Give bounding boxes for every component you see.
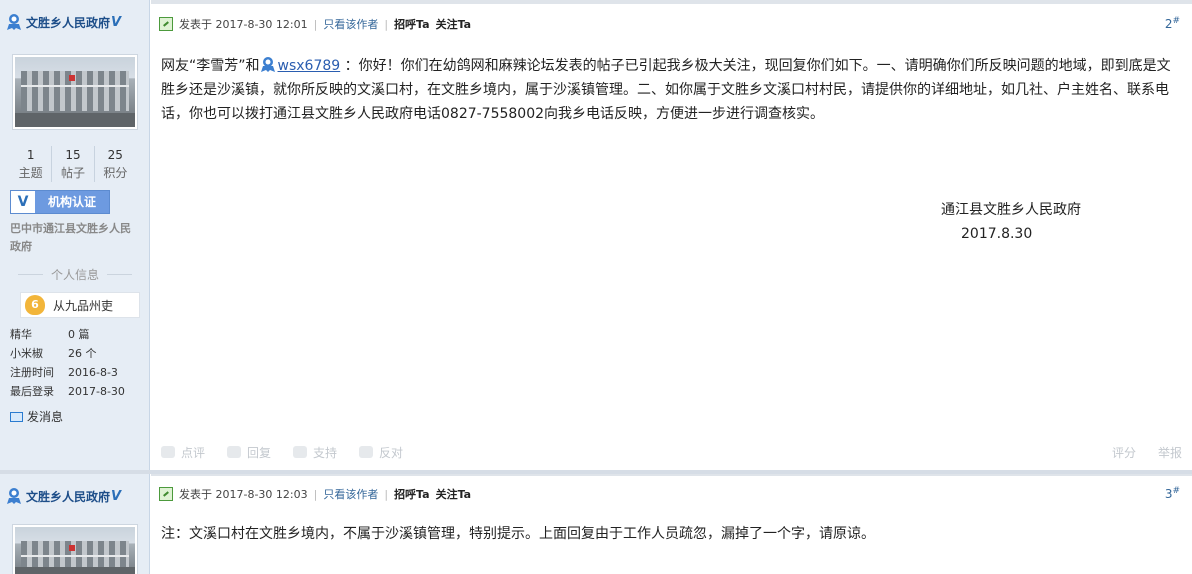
author-name-link[interactable]: 文胜乡人民政府 V [6, 486, 121, 506]
post-meta: 发表于 2017-8-30 12:01 | 只看该作者 | 招呼Ta 关注Ta [159, 14, 1192, 34]
floor-number[interactable]: 2# [1165, 16, 1180, 31]
only-author-link[interactable]: 只看该作者 [323, 486, 378, 502]
reply-button[interactable]: 回复 [227, 444, 271, 461]
verified-v-icon: V [111, 488, 122, 504]
verified-v-icon: V [111, 14, 122, 30]
only-author-link[interactable]: 只看该作者 [323, 16, 378, 32]
info-row-peppers: 小米椒 26 个 [10, 347, 97, 360]
verify-label: 机构认证 [47, 195, 96, 209]
mention-link[interactable]: wsx6789 [278, 58, 341, 74]
rank-title: 从九品州吏 [53, 298, 114, 313]
info-row-essence: 精华 0 篇 [10, 328, 90, 341]
info-section-title: 个人信息 [10, 266, 140, 283]
mail-icon [10, 411, 23, 422]
info-row-registered: 注册时间 2016-8-3 [10, 366, 118, 379]
oppose-button[interactable]: 反对 [359, 444, 403, 461]
post-meta: 发表于 2017-8-30 12:03 | 只看该作者 | 招呼Ta 关注Ta [159, 484, 1192, 504]
author-stats: 1 主题 15 帖子 25 积分 [10, 146, 136, 182]
greet-link[interactable]: 招呼Ta [394, 486, 430, 502]
post-content: 注：文溪口村在文胜乡境内，不属于沙溪镇管理，特别提示。上面回复由于工作人员疏忽，… [161, 526, 875, 542]
org-name: 巴中市通江县文胜乡人民政府 [10, 222, 131, 253]
user-icon [7, 488, 21, 504]
eye-icon [161, 446, 175, 458]
avatar[interactable] [12, 54, 138, 130]
thumbs-down-icon [359, 446, 374, 458]
author-name-link[interactable]: 文胜乡人民政府 V [6, 12, 121, 32]
stat-posts[interactable]: 15 帖子 [52, 146, 95, 182]
author-name: 文胜乡人民政府 [26, 489, 111, 504]
verify-badge[interactable]: V 机构认证 [10, 190, 110, 214]
author-name: 文胜乡人民政府 [26, 15, 111, 30]
rank-level-icon: 6 [25, 295, 45, 315]
post-main: 发表于 2017-8-30 12:01 | 只看该作者 | 招呼Ta 关注Ta … [151, 0, 1192, 470]
send-message-link[interactable]: 发消息 [10, 408, 63, 425]
info-row-last-login: 最后登录 2017-8-30 [10, 385, 125, 398]
avatar-image [15, 527, 135, 574]
post-floor-2: 文胜乡人民政府 V 1 主题 15 帖子 25 积分 V 机构认证 巴中市通江县… [0, 0, 1192, 470]
follow-link[interactable]: 关注Ta [436, 16, 472, 32]
reply-icon [227, 446, 242, 458]
avatar-image [15, 57, 135, 127]
verify-v-icon: V [11, 191, 35, 213]
rate-button[interactable]: 点评 [161, 444, 205, 461]
post-icon [159, 487, 173, 501]
post-main: 发表于 2017-8-30 12:03 | 只看该作者 | 招呼Ta 关注Ta … [151, 474, 1192, 574]
post-actions: 点评 回复 支持 反对 评分 举报 [161, 442, 1182, 462]
stat-points[interactable]: 25 积分 [95, 146, 136, 182]
greet-link[interactable]: 招呼Ta [394, 16, 430, 32]
author-sidebar: 文胜乡人民政府 V 1 主题 15 帖子 25 积分 V 机构认证 巴中市通江县… [0, 0, 150, 470]
signature-date: 2017.8.30 [961, 226, 1033, 242]
post-time: 发表于 2017-8-30 12:01 [179, 18, 308, 31]
user-icon [260, 57, 275, 72]
report-link[interactable]: 举报 [1158, 444, 1182, 461]
post-icon [159, 17, 173, 31]
support-button[interactable]: 支持 [293, 444, 337, 461]
follow-link[interactable]: 关注Ta [436, 486, 472, 502]
stat-topics[interactable]: 1 主题 [10, 146, 53, 182]
avatar[interactable] [12, 524, 138, 574]
thumbs-up-icon [293, 446, 308, 458]
rank-badge[interactable]: 6 从九品州吏 [20, 292, 140, 318]
author-sidebar: 文胜乡人民政府 V [0, 474, 150, 574]
score-link[interactable]: 评分 [1112, 444, 1136, 461]
post-time: 发表于 2017-8-30 12:03 [179, 488, 308, 501]
user-icon [7, 14, 21, 30]
post-content: 网友“李雪芳”和 wsx6789 ：你好！你们在幼鸽网和麻辣论坛发表的帖子已引起我… [161, 57, 1171, 122]
post-floor-3: 文胜乡人民政府 V 发表于 2017-8-30 12:03 | 只看该作者 | … [0, 474, 1192, 574]
signature-org: 通江县文胜乡人民政府 [941, 202, 1081, 218]
floor-number[interactable]: 3# [1165, 486, 1180, 501]
